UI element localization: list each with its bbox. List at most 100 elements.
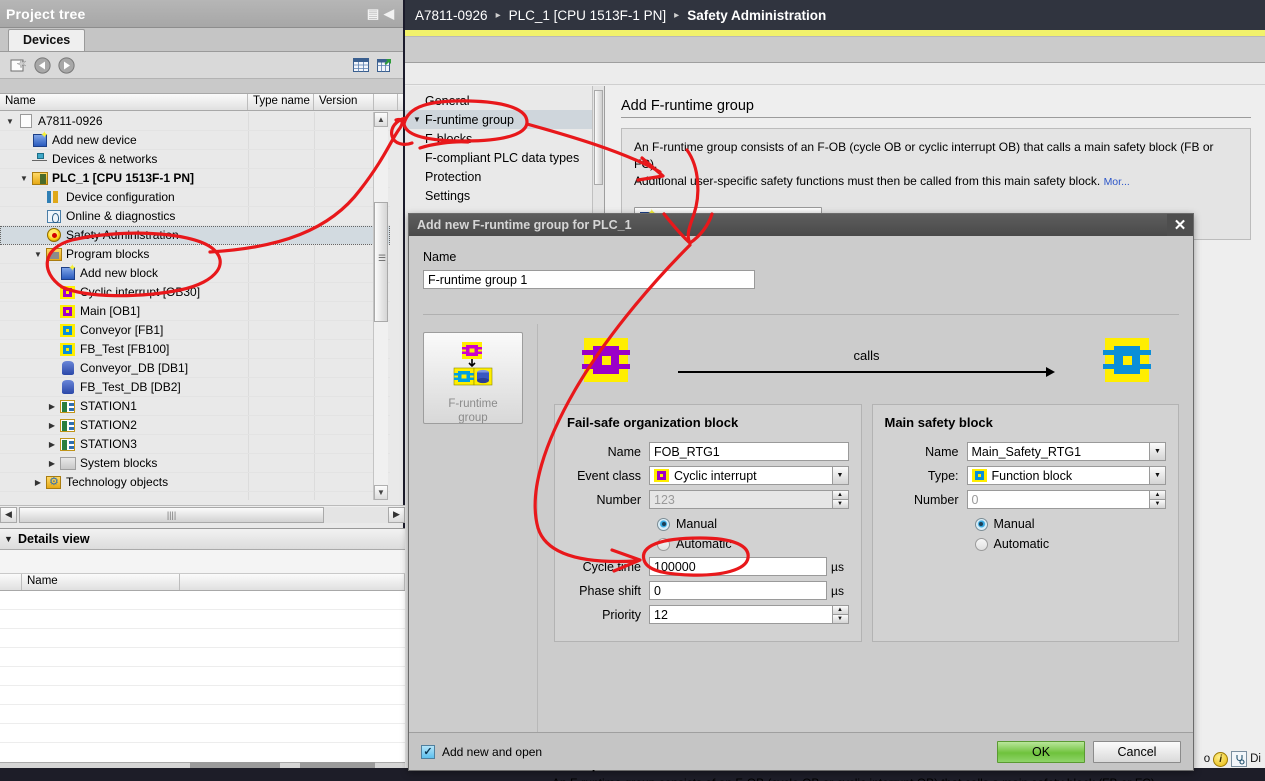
export-table-icon[interactable] xyxy=(373,55,397,76)
tree-item-a7811-0926[interactable]: ▼ A7811-0926 xyxy=(0,112,390,131)
ok-button[interactable]: OK xyxy=(997,740,1085,763)
column-header-type-name[interactable]: Type name xyxy=(248,94,314,110)
msb-number-stepper[interactable]: ▲ ▼ xyxy=(1149,490,1166,509)
chevron-down-icon[interactable]: ▼ xyxy=(413,115,425,124)
nav-item-settings[interactable]: Settings xyxy=(405,186,604,205)
chevron-down-icon[interactable]: ▼ xyxy=(4,117,16,126)
tree-item-technology-objects[interactable]: ▶ Technology objects xyxy=(0,473,390,492)
tree-item-station1[interactable]: ▶ STATION1 xyxy=(0,397,390,416)
nav-item-f-compliant-plc-data-types[interactable]: F-compliant PLC data types xyxy=(405,148,604,167)
chevron-right-icon[interactable]: ▶ xyxy=(46,459,58,468)
fob-priority-stepper[interactable]: ▲ ▼ xyxy=(831,605,849,624)
tree-item-cyclic-interrupt-ob30[interactable]: Cyclic interrupt [OB30] xyxy=(0,283,390,302)
fob-manual-radio-row[interactable]: Manual xyxy=(567,514,849,534)
fob-event-class-select[interactable]: Cyclic interrupt xyxy=(649,466,833,485)
tree-item-system-blocks[interactable]: ▶ System blocks xyxy=(0,454,390,473)
more-link[interactable]: Mor... xyxy=(1104,176,1130,188)
msb-automatic-radio[interactable] xyxy=(974,537,988,551)
tree-item-fb-test-db-db2[interactable]: FB_Test_DB [DB2] xyxy=(0,378,390,397)
f-runtime-group-tile[interactable]: F-runtime group xyxy=(423,332,523,424)
fob-priority-input[interactable]: 12 xyxy=(649,605,833,624)
chevron-down-icon[interactable]: ▼ xyxy=(18,174,30,183)
chevron-right-icon[interactable]: ▶ xyxy=(46,440,58,449)
chevron-down-icon[interactable]: ▼ xyxy=(4,534,18,544)
column-header-extra[interactable] xyxy=(374,94,398,110)
scroll-right-icon[interactable]: ▶ xyxy=(388,506,405,523)
project-tree-rows[interactable]: ▼ A7811-0926 Add new device Devices & netwo… xyxy=(0,112,390,500)
hscroll-thumb[interactable]: |||| xyxy=(19,506,324,523)
tree-item-fb-test-fb100[interactable]: FB_Test [FB100] xyxy=(0,340,390,359)
tree-item-device-configuration[interactable]: Device configuration xyxy=(0,188,390,207)
collapse-left-icon[interactable]: ◀ xyxy=(381,6,397,22)
fob-manual-radio[interactable] xyxy=(657,517,670,531)
stepper-down-icon[interactable]: ▼ xyxy=(831,614,849,624)
chevron-down-icon[interactable]: ▼ xyxy=(1149,466,1166,485)
safety-nav-list[interactable]: General ▼ F-runtime group F-blocks F-complia… xyxy=(405,91,604,205)
nav-item-f-blocks[interactable]: F-blocks xyxy=(405,129,604,148)
tree-item-add-new-device[interactable]: Add new device xyxy=(0,130,390,150)
project-tree-vscrollbar[interactable]: ▲ ☰ ▼ xyxy=(373,112,388,500)
new-item-icon[interactable] xyxy=(6,55,30,76)
tree-item-add-new-block[interactable]: Add new block xyxy=(0,263,390,283)
nav-item-protection[interactable]: Protection xyxy=(405,167,604,186)
details-col-name[interactable]: Name xyxy=(22,574,180,590)
tree-item-devices-networks[interactable]: Devices & networks xyxy=(0,150,390,169)
fob-number-input[interactable]: 123 xyxy=(649,490,833,509)
scroll-down-icon[interactable]: ▼ xyxy=(374,485,388,500)
msb-number-input[interactable]: 0 xyxy=(966,490,1150,509)
scroll-left-icon[interactable]: ◀ xyxy=(0,506,17,523)
chevron-right-icon[interactable]: ▶ xyxy=(32,478,44,487)
columns-icon[interactable]: ▤ xyxy=(365,6,381,22)
tree-item-program-blocks[interactable]: ▼ Program blocks xyxy=(0,245,390,264)
breadcrumb-item-project[interactable]: A7811-0926 xyxy=(415,8,488,23)
tree-item-plc-1-cpu-1513f-1-pn[interactable]: ▼ PLC_1 [CPU 1513F-1 PN] xyxy=(0,169,390,188)
cancel-button[interactable]: Cancel xyxy=(1093,740,1181,763)
stepper-down-icon[interactable]: ▼ xyxy=(1149,499,1166,509)
stepper-down-icon[interactable]: ▼ xyxy=(831,499,849,509)
navigate-forward-icon[interactable] xyxy=(54,55,78,76)
tab-devices[interactable]: Devices xyxy=(8,29,86,51)
breadcrumb-item-safety-administration[interactable]: Safety Administration xyxy=(687,8,826,23)
fob-cycle-time-input[interactable]: 100000 xyxy=(649,557,827,576)
column-header-version[interactable]: Version xyxy=(314,94,374,110)
msb-manual-radio-row[interactable]: Manual xyxy=(885,514,1167,534)
statusbar-di-label[interactable]: Di xyxy=(1250,753,1261,765)
diagnostics-icon[interactable] xyxy=(1231,751,1248,767)
breadcrumb-item-plc[interactable]: PLC_1 [CPU 1513F-1 PN] xyxy=(509,8,667,23)
fob-name-input[interactable]: FOB_RTG1 xyxy=(649,442,849,461)
dialog-name-input[interactable]: F-runtime group 1 xyxy=(423,270,755,289)
chevron-right-icon[interactable]: ▶ xyxy=(46,421,58,430)
tree-item-station3[interactable]: ▶ STATION3 xyxy=(0,435,390,454)
fob-automatic-radio-row[interactable]: Automatic xyxy=(567,534,849,554)
column-header-name[interactable]: Name xyxy=(0,94,248,110)
details-view-header[interactable]: ▼ Details view xyxy=(0,528,405,550)
nav-item-general[interactable]: General xyxy=(405,91,604,110)
fob-automatic-radio[interactable] xyxy=(657,537,670,551)
tree-item-station2[interactable]: ▶ STATION2 xyxy=(0,416,390,435)
add-new-and-open-checkbox[interactable]: ✓ xyxy=(421,744,435,759)
fob-number-stepper[interactable]: ▲ ▼ xyxy=(831,490,849,509)
msb-manual-radio[interactable] xyxy=(974,517,988,531)
tree-item-safety-administration[interactable]: Safety Administration xyxy=(0,226,390,245)
chevron-down-icon[interactable]: ▼ xyxy=(32,250,44,259)
tree-item-conveyor-db-db1[interactable]: Conveyor_DB [DB1] xyxy=(0,359,390,378)
table-view-icon[interactable] xyxy=(349,55,373,76)
nav-vscroll-thumb[interactable] xyxy=(594,90,603,185)
chevron-down-icon[interactable]: ▼ xyxy=(831,466,849,485)
project-tree-hscrollbar[interactable]: ◀ |||| ▶ xyxy=(0,505,405,523)
chevron-right-icon[interactable]: ▶ xyxy=(46,402,58,411)
msb-automatic-radio-row[interactable]: Automatic xyxy=(885,534,1167,554)
close-icon[interactable]: ✕ xyxy=(1167,214,1193,236)
navigate-back-icon[interactable] xyxy=(30,55,54,76)
chevron-down-icon[interactable]: ▼ xyxy=(1149,442,1166,461)
msb-type-select[interactable]: Function block xyxy=(966,466,1150,485)
scroll-up-icon[interactable]: ▲ xyxy=(374,112,388,127)
tree-item-conveyor-fb1[interactable]: Conveyor [FB1] xyxy=(0,321,390,340)
msb-name-input[interactable]: Main_Safety_RTG1 xyxy=(966,442,1150,461)
nav-item-f-runtime-group[interactable]: ▼ F-runtime group xyxy=(405,110,604,129)
hscroll-track[interactable]: |||| xyxy=(17,506,388,523)
fob-phase-shift-input[interactable]: 0 xyxy=(649,581,827,600)
tree-item-main-ob1[interactable]: Main [OB1] xyxy=(0,302,390,321)
info-icon[interactable]: i xyxy=(1213,751,1229,767)
tree-item-online-diagnostics[interactable]: Online & diagnostics xyxy=(0,207,390,226)
